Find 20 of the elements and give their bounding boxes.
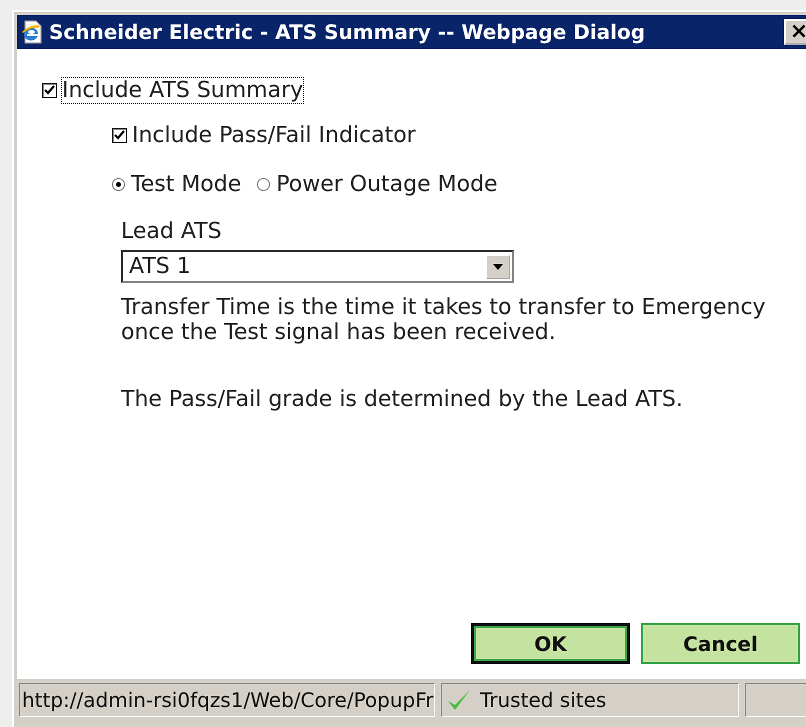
checkbox[interactable]	[112, 128, 127, 143]
checkbox-label: Include Pass/Fail Indicator	[132, 123, 416, 148]
status-url: http://admin-rsi0fqzs1/Web/Core/PopupFr	[19, 683, 435, 717]
radio-button[interactable]	[112, 178, 125, 191]
radio-label: Test Mode	[131, 172, 242, 197]
checkbox-label: Include ATS Summary	[62, 78, 304, 103]
close-button[interactable]: ×	[784, 19, 806, 45]
zone-label: Trusted sites	[480, 688, 606, 712]
status-panel	[745, 683, 806, 717]
dialog-button[interactable]: OK	[471, 623, 630, 664]
checkbox[interactable]	[42, 83, 57, 98]
field-label: Lead ATS	[121, 219, 223, 244]
window-title: Schneider Electric - ATS Summary -- Webpage Dialog	[49, 20, 646, 44]
help-text: The Pass/Fail grade is determined by the Lead ATS.	[121, 387, 684, 412]
radio-label: Power Outage Mode	[276, 172, 498, 197]
radio-button[interactable]	[257, 178, 270, 191]
lead-ats-dropdown[interactable]: ATS 1	[121, 250, 514, 283]
dialog-button[interactable]: Cancel	[641, 623, 800, 664]
help-text: Transfer Time is the time it takes to transfer to Emergency once the Test signal has been received.	[121, 295, 767, 345]
browser-logo-icon	[21, 20, 43, 44]
